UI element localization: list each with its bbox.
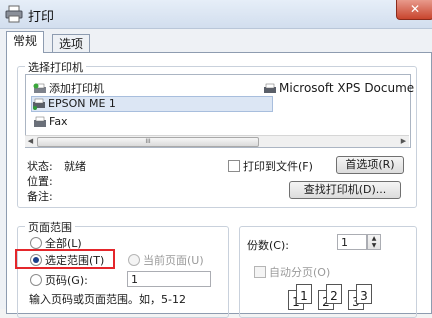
copies-input[interactable]: 1 (337, 234, 367, 250)
collate-page-icon: 1 (296, 284, 312, 304)
tab-general[interactable]: 常规 (6, 31, 45, 53)
horizontal-scrollbar[interactable]: ◀ III ▶ (25, 135, 409, 147)
window-title: 打印 (28, 10, 55, 25)
copies-label: 份数(C): (247, 239, 289, 252)
selection-highlight-box (15, 249, 115, 269)
preferences-button[interactable]: 首选项(R) (336, 156, 404, 174)
printer-item-label: EPSON ME 1 (48, 97, 116, 110)
copies-spinner[interactable]: ▲ ▼ (367, 234, 381, 250)
add-printer-icon (33, 83, 46, 93)
comment-label: 备注: (27, 190, 53, 203)
status-value: 就绪 (64, 160, 86, 173)
printer-item-label: Fax (49, 115, 68, 128)
page-range-title: 页面范围 (25, 219, 75, 235)
radio-pages-label[interactable]: 页码(G): (45, 272, 88, 288)
page-range-hint: 输入页码或页面范围。如，5-12 (29, 293, 186, 306)
printer-app-icon (5, 5, 23, 23)
printer-item-label: 添加打印机 (49, 82, 104, 95)
close-button[interactable]: ✕ (396, 0, 432, 20)
title-bar: 打印 ✕ (0, 0, 432, 29)
tab-options[interactable]: 选项 (52, 34, 91, 53)
status-label: 状态: (27, 160, 53, 173)
printer-icon (33, 98, 45, 110)
radio-all[interactable] (30, 237, 42, 249)
printer-item-label: Microsoft XPS Docume (279, 81, 415, 95)
scroll-thumb[interactable]: III (37, 137, 259, 147)
radio-current-page[interactable] (128, 254, 140, 266)
collate-checkbox[interactable] (254, 266, 266, 278)
printer-group-title: 选择打印机 (25, 59, 86, 75)
radio-current-page-label[interactable]: 当前页面(U) (143, 252, 204, 268)
fax-icon (34, 116, 46, 127)
spin-down-icon[interactable]: ▼ (368, 242, 380, 249)
spin-up-icon[interactable]: ▲ (368, 235, 380, 242)
scroll-left-icon[interactable]: ◀ (25, 136, 36, 147)
printer-item-add[interactable]: 添加打印机 (33, 80, 104, 96)
radio-pages[interactable] (30, 274, 42, 286)
location-label: 位置: (27, 175, 53, 188)
printer-item-epson[interactable]: EPSON ME 1 (31, 96, 273, 112)
scroll-right-icon[interactable]: ▶ (398, 136, 409, 147)
print-to-file-label[interactable]: 打印到文件(F) (243, 158, 313, 174)
pages-input[interactable]: 1 (127, 271, 211, 287)
print-to-file-checkbox[interactable] (228, 160, 240, 172)
printer-item-xps[interactable]: Microsoft XPS Docume (263, 81, 414, 95)
collate-page-icon: 3 (356, 284, 372, 304)
collate-page-icon: 2 (326, 284, 342, 304)
find-printer-button[interactable]: 查找打印机(D)... (289, 181, 401, 199)
printer-icon (264, 83, 276, 93)
collate-label[interactable]: 自动分页(O) (269, 264, 330, 280)
print-dialog: 打印 ✕ 常规 选项 选择打印机 添加打印机 EPSON ME 1 Fax Mi (0, 0, 432, 318)
printer-item-fax[interactable]: Fax (33, 115, 68, 128)
